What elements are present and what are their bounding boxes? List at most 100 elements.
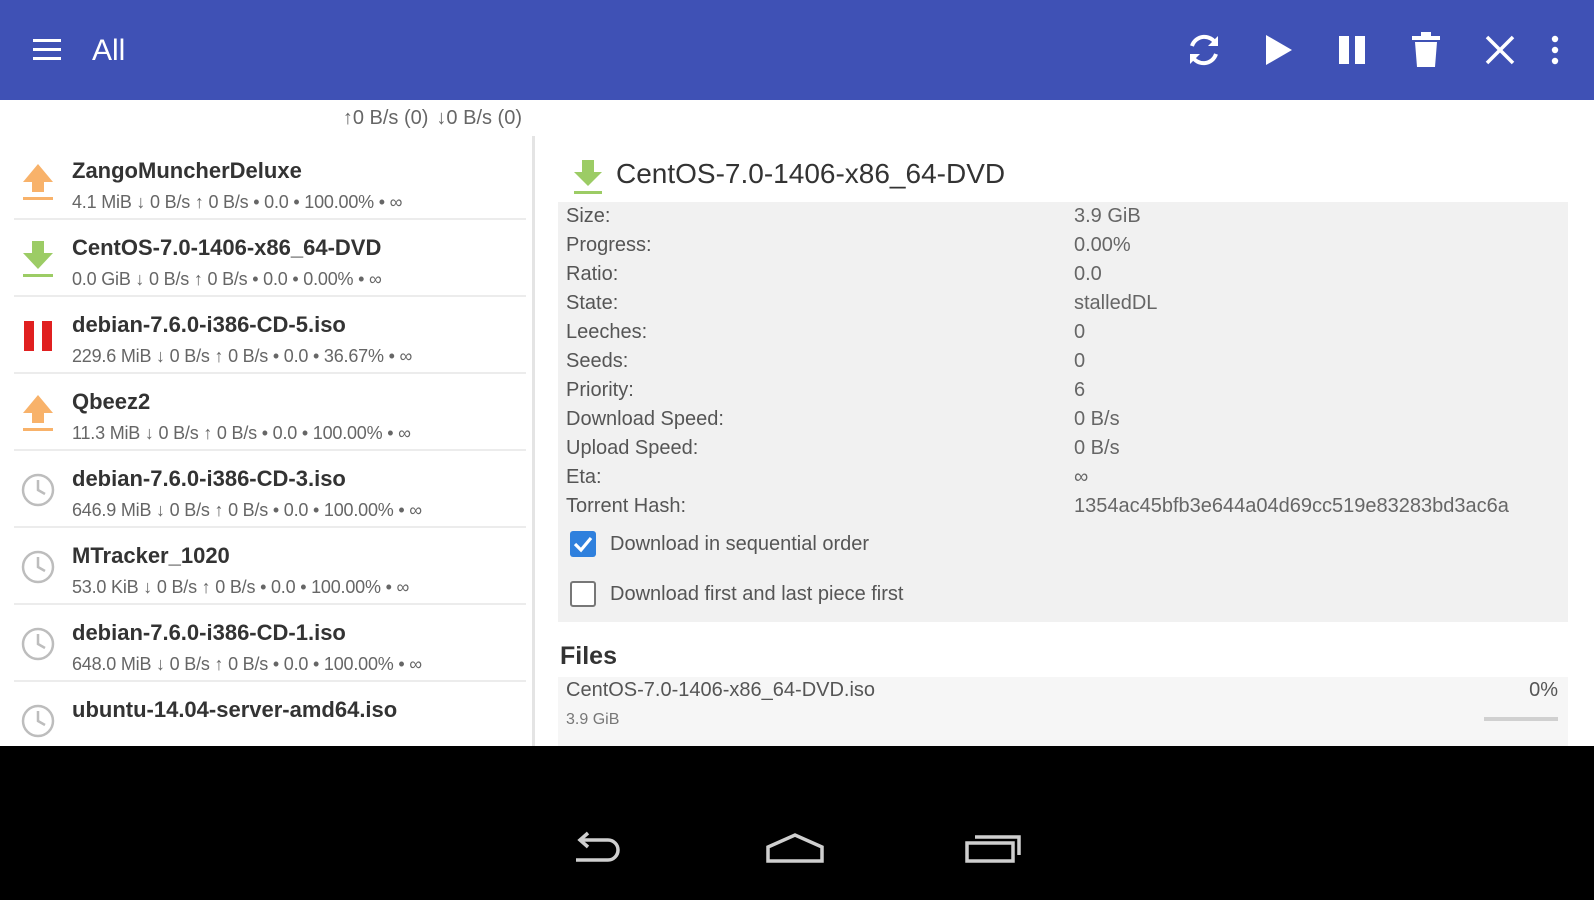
- more-vert-icon[interactable]: [1542, 28, 1568, 72]
- app-bar: All: [0, 0, 1594, 100]
- clock-icon: [20, 470, 56, 510]
- pause-icon[interactable]: [1330, 28, 1374, 72]
- sequential-order-label: Download in sequential order: [610, 533, 870, 555]
- torrent-item[interactable]: debian-7.6.0-i386-CD-3.iso 646.9 MiB ↓ 0…: [14, 452, 526, 528]
- torrent-name: MTracker_1020: [72, 543, 230, 568]
- torrent-info: 646.9 MiB ↓ 0 B/s ↑ 0 B/s • 0.0 • 100.00…: [72, 500, 422, 520]
- property-row: Progress: 0.00%: [558, 231, 1568, 260]
- property-key: Ratio:: [566, 263, 619, 285]
- torrent-name: debian-7.6.0-i386-CD-3.iso: [72, 466, 346, 491]
- torrent-item[interactable]: CentOS-7.0-1406-x86_64-DVD 0.0 GiB ↓ 0 B…: [14, 221, 526, 297]
- property-row: Upload Speed: 0 B/s: [558, 434, 1568, 463]
- property-key: Priority:: [566, 379, 634, 401]
- back-icon[interactable]: [562, 826, 632, 870]
- trash-icon[interactable]: [1404, 28, 1448, 72]
- torrent-item[interactable]: ubuntu-14.04-server-amd64.iso: [14, 683, 526, 746]
- checkmark-icon: [573, 536, 593, 553]
- property-value: stalledDL: [1074, 292, 1158, 314]
- torrent-name: ZangoMuncherDeluxe: [72, 158, 302, 183]
- property-value: 0: [1074, 321, 1086, 343]
- property-value: 1354ac45bfb3e644a04d69cc519e83283bd3ac6a: [1074, 495, 1509, 517]
- torrent-info: 0.0 GiB ↓ 0 B/s ↑ 0 B/s • 0.0 • 0.00% • …: [72, 269, 382, 289]
- file-item[interactable]: CentOS-7.0-1406-x86_64-DVD.iso 3.9 GiB 0…: [558, 677, 1568, 746]
- property-key: Upload Speed:: [566, 437, 699, 459]
- files-heading: Files: [560, 642, 617, 670]
- property-key: Torrent Hash:: [566, 495, 687, 517]
- properties-panel: Size: 3.9 GiB Progress: 0.00% Ratio: 0.0…: [558, 202, 1568, 622]
- property-key: Size:: [566, 205, 611, 227]
- recents-icon[interactable]: [958, 826, 1028, 870]
- torrent-name: ubuntu-14.04-server-amd64.iso: [72, 697, 398, 722]
- property-value: ∞: [1074, 466, 1089, 488]
- property-key: Leeches:: [566, 321, 648, 343]
- upload-arrow-icon: [20, 162, 56, 202]
- property-row: Size: 3.9 GiB: [558, 202, 1568, 231]
- file-size: 3.9 GiB: [566, 711, 620, 728]
- file-percent: 0%: [1529, 679, 1558, 701]
- property-key: Eta:: [566, 466, 602, 488]
- upload-arrow-icon: [20, 393, 56, 433]
- first-last-piece-label: Download first and last piece first: [610, 583, 904, 605]
- property-key: Seeds:: [566, 350, 629, 372]
- torrent-info: 53.0 KiB ↓ 0 B/s ↑ 0 B/s • 0.0 • 100.00%…: [72, 577, 410, 597]
- menu-icon[interactable]: [30, 35, 66, 65]
- torrent-name: CentOS-7.0-1406-x86_64-DVD: [72, 235, 382, 260]
- clock-icon: [20, 701, 56, 741]
- torrent-list: ZangoMuncherDeluxe 4.1 MiB ↓ 0 B/s ↑ 0 B…: [0, 136, 534, 746]
- clock-icon: [20, 547, 56, 587]
- download-arrow-icon: [20, 239, 56, 279]
- torrent-detail: CentOS-7.0-1406-x86_64-DVD Size: 3.9 GiB…: [536, 136, 1594, 746]
- torrent-info: 648.0 MiB ↓ 0 B/s ↑ 0 B/s • 0.0 • 100.00…: [72, 654, 422, 674]
- property-value: 0 B/s: [1074, 408, 1120, 430]
- refresh-icon[interactable]: [1182, 28, 1226, 72]
- torrent-info: 229.6 MiB ↓ 0 B/s ↑ 0 B/s • 0.0 • 36.67%…: [72, 346, 413, 366]
- paused-icon: [20, 316, 56, 356]
- property-value: 0 B/s: [1074, 437, 1120, 459]
- sequential-order-checkbox[interactable]: [570, 531, 596, 557]
- torrent-item[interactable]: MTracker_1020 53.0 KiB ↓ 0 B/s ↑ 0 B/s •…: [14, 529, 526, 605]
- property-value: 0.0: [1074, 263, 1102, 285]
- pane-divider: [532, 136, 535, 746]
- detail-title: CentOS-7.0-1406-x86_64-DVD: [616, 158, 1006, 189]
- clock-icon: [20, 624, 56, 664]
- play-icon[interactable]: [1256, 28, 1300, 72]
- download-arrow-icon: ↓: [436, 106, 447, 129]
- property-row: Download Speed: 0 B/s: [558, 405, 1568, 434]
- global-speed-bar: ↑ 0 B/s (0) ↓ 0 B/s (0): [0, 100, 534, 136]
- torrent-name: debian-7.6.0-i386-CD-1.iso: [72, 620, 346, 645]
- property-key: Download Speed:: [566, 408, 724, 430]
- property-row: Priority: 6: [558, 376, 1568, 405]
- torrent-item[interactable]: debian-7.6.0-i386-CD-1.iso 648.0 MiB ↓ 0…: [14, 606, 526, 682]
- close-icon[interactable]: [1478, 28, 1522, 72]
- torrent-info: 4.1 MiB ↓ 0 B/s ↑ 0 B/s • 0.0 • 100.00% …: [72, 192, 403, 212]
- first-last-piece-checkbox[interactable]: [570, 581, 596, 607]
- home-icon[interactable]: [760, 826, 830, 870]
- torrent-item[interactable]: Qbeez2 11.3 MiB ↓ 0 B/s ↑ 0 B/s • 0.0 • …: [14, 375, 526, 451]
- property-value: 0.00%: [1074, 234, 1131, 256]
- property-row: Ratio: 0.0: [558, 260, 1568, 289]
- file-progress-bar: [1484, 717, 1558, 721]
- property-row: State: stalledDL: [558, 289, 1568, 318]
- torrent-info: 11.3 MiB ↓ 0 B/s ↑ 0 B/s • 0.0 • 100.00%…: [72, 423, 411, 443]
- property-row: Seeds: 0: [558, 347, 1568, 376]
- main-content: ↑ 0 B/s (0) ↓ 0 B/s (0) ZangoMuncherDelu…: [0, 100, 1594, 746]
- download-arrow-icon: [572, 158, 604, 196]
- property-row: Eta: ∞: [558, 463, 1568, 492]
- system-nav-bar: [0, 746, 1594, 900]
- property-value: 6: [1074, 379, 1086, 401]
- file-name: CentOS-7.0-1406-x86_64-DVD.iso: [566, 679, 876, 701]
- property-row: Torrent Hash: 1354ac45bfb3e644a04d69cc51…: [558, 492, 1568, 521]
- torrent-name: debian-7.6.0-i386-CD-5.iso: [72, 312, 346, 337]
- property-row: Leeches: 0: [558, 318, 1568, 347]
- property-key: State:: [566, 292, 619, 314]
- first-last-piece-option[interactable]: Download first and last piece first: [566, 578, 1166, 612]
- property-value: 3.9 GiB: [1074, 205, 1141, 227]
- sequential-order-option[interactable]: Download in sequential order: [566, 528, 1166, 562]
- torrent-item[interactable]: debian-7.6.0-i386-CD-5.iso 229.6 MiB ↓ 0…: [14, 298, 526, 374]
- torrent-name: Qbeez2: [72, 389, 151, 414]
- torrent-item[interactable]: ZangoMuncherDeluxe 4.1 MiB ↓ 0 B/s ↑ 0 B…: [14, 144, 526, 220]
- property-key: Progress:: [566, 234, 652, 256]
- app-title: All: [92, 34, 126, 67]
- global-download-speed: 0 B/s (0): [446, 106, 522, 129]
- global-upload-speed: 0 B/s (0): [352, 106, 429, 129]
